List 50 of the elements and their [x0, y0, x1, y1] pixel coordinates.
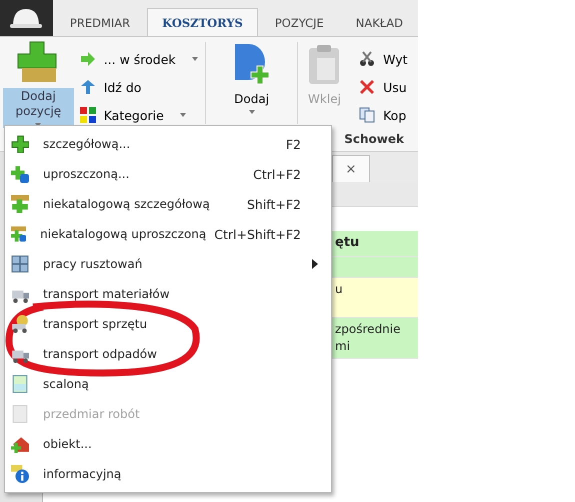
- app-menu-button[interactable]: [0, 0, 53, 36]
- copy-icon: [359, 107, 376, 123]
- house-plus-icon: [11, 435, 29, 453]
- ribbon-button[interactable]: Idź do: [80, 76, 206, 98]
- menu-item[interactable]: scaloną: [5, 369, 331, 399]
- arrow-icon: [80, 51, 96, 67]
- menu-item[interactable]: szczegółową... F2: [5, 129, 331, 159]
- add-position-label: Dodaj pozycję: [14, 88, 62, 120]
- menu-item[interactable]: informacyjną: [5, 459, 331, 489]
- menu-item[interactable]: pracy rusztowań: [5, 249, 331, 279]
- ribbon-button[interactable]: Wyt: [359, 48, 418, 70]
- menu-item[interactable]: transport sprzętu: [5, 309, 331, 339]
- add-position-button[interactable]: Dodaj pozycję: [3, 40, 74, 128]
- menu-item[interactable]: transport odpadów: [5, 339, 331, 369]
- plus-cube-icon: [11, 165, 29, 183]
- document-icon: [11, 375, 29, 393]
- ribbon-button[interactable]: ... w środek: [80, 48, 206, 70]
- table-cell: u: [335, 282, 343, 296]
- menu-item[interactable]: niekatalogową uproszczoną Ctrl+Shift+F2: [5, 219, 331, 249]
- ribbon-button[interactable]: Kop: [359, 104, 418, 126]
- document-tab[interactable]: ×: [332, 155, 370, 182]
- ribbon-tab[interactable]: PREDMIAR: [54, 8, 146, 36]
- info-icon: [11, 465, 29, 483]
- table-cell: zpośrednie mi: [335, 322, 401, 353]
- menu-item[interactable]: transport materiałów: [5, 279, 331, 309]
- document-icon: [11, 405, 29, 423]
- plus-cube-icon: [11, 225, 26, 243]
- plus-icon: [11, 195, 29, 213]
- menu-item[interactable]: uproszczoną... Ctrl+F2: [5, 159, 331, 189]
- scissors-icon: [359, 51, 376, 67]
- group-label: Schowek: [344, 132, 404, 146]
- tiles-icon: [80, 107, 96, 123]
- ribbon-button[interactable]: Usu: [359, 76, 418, 98]
- helmet-icon: [9, 6, 44, 30]
- truck-icon: [11, 315, 29, 333]
- menu-item[interactable]: niekatalogową szczegółową Shift+F2: [5, 189, 331, 219]
- scaffold-icon: [11, 255, 29, 273]
- close-icon: [359, 79, 376, 95]
- ribbon-tab[interactable]: NAKŁAD: [340, 8, 418, 36]
- ribbon-tab[interactable]: POZYCJE: [260, 8, 339, 36]
- ribbon-tab[interactable]: KOSZTORYS: [147, 8, 258, 36]
- menu-item[interactable]: obiekt...: [5, 429, 331, 459]
- plus-icon: [11, 135, 29, 153]
- ribbon-button[interactable]: Kategorie: [80, 104, 206, 126]
- arrow-icon: [80, 79, 96, 95]
- column-header: ętu: [335, 235, 360, 250]
- close-tab-button[interactable]: ×: [342, 162, 360, 176]
- add-button[interactable]: Dodaj: [206, 40, 297, 128]
- clipboard-icon: [307, 44, 342, 86]
- caret-icon: [248, 110, 255, 114]
